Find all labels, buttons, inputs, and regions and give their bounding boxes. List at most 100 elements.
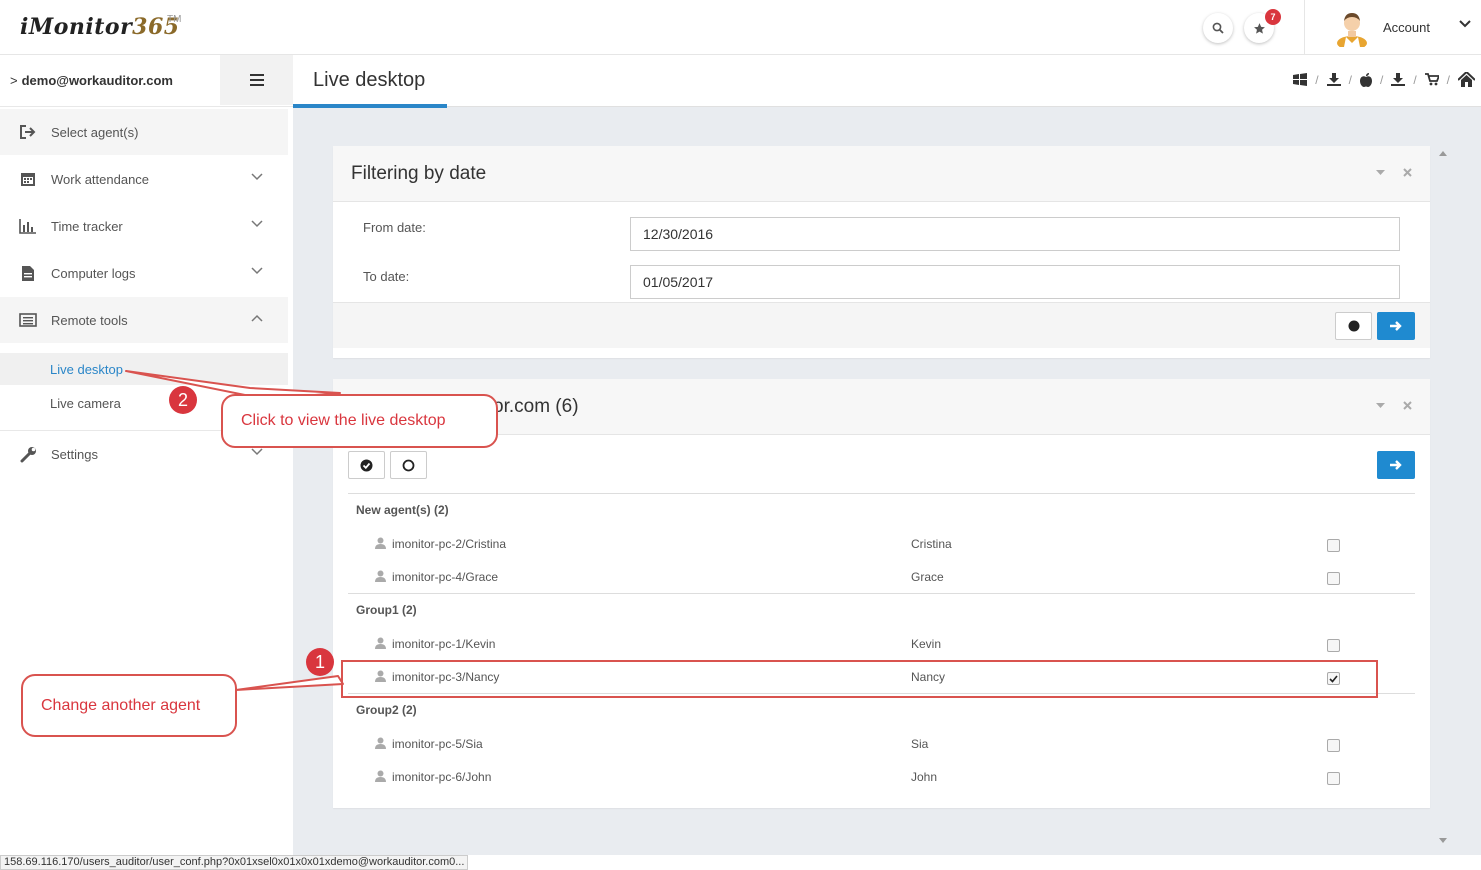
windows-icon[interactable]: [1293, 73, 1308, 86]
notification-badge: 7: [1265, 9, 1281, 25]
agent-row[interactable]: imonitor-pc-1/Kevin Kevin: [348, 627, 1415, 660]
panel-tools: [1376, 168, 1412, 177]
callout-live-desktop: Click to view the live desktop: [221, 394, 498, 448]
user-icon: [375, 737, 386, 749]
sidebar-item-time-tracker[interactable]: Time tracker: [0, 203, 288, 249]
topbar-divider: [1304, 0, 1305, 55]
step-number-2: 2: [169, 386, 197, 414]
panel-footer: [333, 302, 1430, 348]
scrollbar[interactable]: [1437, 148, 1449, 848]
deselect-all-button[interactable]: [390, 451, 427, 479]
browser-status-bar: 158.69.116.170/users_auditor/user_conf.p…: [0, 855, 469, 870]
confirm-agent-button[interactable]: [1377, 451, 1415, 479]
from-date-label: From date:: [363, 220, 426, 235]
to-date-label: To date:: [363, 269, 410, 284]
search-button[interactable]: [1203, 13, 1233, 43]
group-header: Group2 (2): [356, 703, 417, 717]
agent-computer-name: imonitor-pc-6/John: [392, 770, 492, 784]
agent-checkbox[interactable]: [1327, 572, 1340, 585]
chevron-down-icon[interactable]: [1459, 19, 1471, 29]
sidebar-item-work-attendance[interactable]: Work attendance: [0, 156, 288, 202]
user-icon: [375, 570, 386, 582]
select-all-button[interactable]: [348, 451, 385, 479]
sign-out-icon: [18, 122, 38, 142]
sidebar-header: > demo@workauditor.com: [0, 55, 293, 107]
agent-checkbox[interactable]: [1327, 772, 1340, 785]
user-email[interactable]: > demo@workauditor.com: [10, 73, 173, 88]
header-shortcuts: / / / / /: [1293, 72, 1475, 87]
panel-header: Filtering by date: [333, 146, 1430, 202]
agent-row[interactable]: imonitor-pc-4/Grace Grace: [348, 560, 1415, 593]
to-date-input[interactable]: 01/05/2017: [630, 265, 1400, 299]
from-date-input[interactable]: 12/30/2016: [630, 217, 1400, 251]
apply-filter-button[interactable]: [1377, 312, 1415, 340]
agent-user-name: Cristina: [911, 537, 952, 551]
app-logo[interactable]: iMonitor365: [20, 14, 180, 40]
account-label[interactable]: Account: [1383, 20, 1430, 35]
wrench-icon: [18, 444, 38, 464]
menu-toggle-button[interactable]: [220, 55, 293, 105]
download-icon[interactable]: [1391, 73, 1406, 86]
sidebar-item-remote-tools[interactable]: Remote tools: [0, 297, 288, 343]
agent-row[interactable]: imonitor-pc-2/Cristina Cristina: [348, 527, 1415, 560]
close-icon[interactable]: [1403, 401, 1412, 410]
chevron-down-icon: [251, 267, 263, 275]
hamburger-icon: [249, 74, 264, 86]
caret-down-icon[interactable]: [1376, 402, 1385, 409]
caret-down-icon[interactable]: [1376, 169, 1385, 176]
agent-user-name: Sia: [911, 737, 929, 751]
top-bar: iMonitor365 TM 7 Account: [0, 0, 1481, 55]
user-icon: [375, 637, 386, 649]
submenu-label: Live desktop: [50, 361, 123, 377]
agent-computer-name: imonitor-pc-4/Grace: [392, 570, 499, 584]
main-content: Live desktop / / / / / Filtering by date…: [293, 55, 1481, 855]
sidebar-item-label: Select agent(s): [51, 124, 139, 140]
sidebar-item-label: Time tracker: [51, 218, 123, 234]
circle-icon: [402, 459, 415, 471]
logo-trademark: TM: [167, 14, 182, 25]
user-avatar[interactable]: [1335, 9, 1369, 47]
agent-user-name: Grace: [911, 570, 944, 584]
sidebar-item-label: Settings: [51, 446, 98, 462]
agent-row[interactable]: imonitor-pc-6/John John: [348, 760, 1415, 793]
highlight-box: [341, 660, 1378, 698]
search-icon: [1212, 22, 1224, 34]
agent-computer-name: imonitor-pc-5/Sia: [392, 737, 483, 751]
chevron-up-icon: [251, 314, 263, 322]
download-icon[interactable]: [1326, 73, 1341, 86]
divider: [348, 493, 1415, 494]
home-icon[interactable]: [1458, 72, 1475, 87]
page-title: Live desktop: [313, 69, 426, 91]
agent-computer-name: imonitor-pc-2/Cristina: [392, 537, 507, 551]
panel-tools: [1376, 401, 1412, 410]
cart-icon[interactable]: [1424, 73, 1439, 86]
bar-chart-icon: [18, 216, 38, 236]
agent-checkbox[interactable]: [1327, 539, 1340, 552]
page-header: Live desktop / / / / /: [293, 55, 1481, 108]
apple-icon[interactable]: [1359, 72, 1372, 87]
close-icon[interactable]: [1403, 168, 1412, 177]
reset-button[interactable]: [1335, 312, 1372, 340]
callout-text: Change another agent: [41, 696, 201, 714]
active-tab-indicator: [293, 104, 447, 108]
list-alt-icon: [18, 310, 38, 330]
sidebar-item-select-agents[interactable]: Select agent(s): [0, 109, 288, 155]
panel-title: or.com (6): [493, 396, 579, 417]
chevron-down-icon: [251, 448, 263, 456]
sidebar-item-label: Computer logs: [51, 265, 136, 281]
dot-circle-icon: [1348, 320, 1359, 332]
arrow-right-icon: [1390, 460, 1402, 470]
arrow-right-icon: [1390, 321, 1402, 331]
agent-user-name: John: [911, 770, 938, 784]
sidebar-subitem-live-desktop[interactable]: Live desktop: [0, 353, 288, 385]
chevron-right-icon: >: [10, 73, 18, 88]
sidebar-item-label: Remote tools: [51, 312, 128, 328]
agent-computer-name: imonitor-pc-1/Kevin: [392, 637, 496, 651]
sidebar-item-computer-logs[interactable]: Computer logs: [0, 250, 288, 296]
agent-row[interactable]: imonitor-pc-5/Sia Sia: [348, 727, 1415, 760]
chevron-down-icon: [251, 220, 263, 228]
agent-checkbox[interactable]: [1327, 739, 1340, 752]
file-icon: [18, 263, 38, 283]
callout-change-agent: Change another agent: [21, 674, 237, 737]
agent-checkbox[interactable]: [1327, 639, 1340, 652]
